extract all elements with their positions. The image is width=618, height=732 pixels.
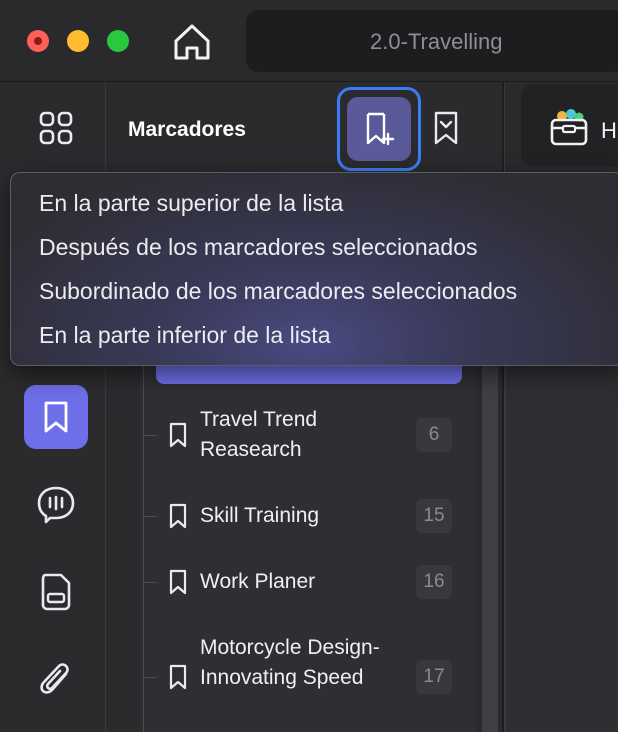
thumbnails-button[interactable]	[24, 96, 88, 160]
paperclip-icon	[40, 663, 69, 694]
add-bookmark-button[interactable]	[347, 97, 411, 161]
home-button[interactable]	[170, 21, 214, 63]
comments-button[interactable]	[24, 472, 88, 536]
bookmark-plus-icon	[366, 112, 395, 146]
bookmark-item[interactable]: Skill Training 15	[140, 496, 476, 536]
bookmarks-button[interactable]	[24, 385, 88, 449]
add-bookmark-focus-ring	[337, 87, 421, 171]
bookmark-item[interactable]: Travel Trend Reasearch 6	[140, 400, 476, 470]
grid-icon	[39, 111, 73, 145]
briefcase-icon	[550, 109, 588, 146]
menu-item-bottom-of-list[interactable]: En la parte inferior de la lista	[39, 315, 331, 355]
document-icon	[41, 573, 71, 611]
panel-title: Marcadores	[128, 118, 246, 141]
bookmark-collapse-icon	[434, 111, 458, 145]
document-title: 2.0-Travelling	[370, 29, 503, 54]
home-icon	[174, 24, 210, 60]
minimize-window-button[interactable]	[67, 30, 89, 52]
attachments-button[interactable]	[24, 648, 88, 712]
bookmark-icon	[169, 503, 187, 529]
bookmark-label: Motorcycle Design-Innovating Speed	[200, 636, 380, 689]
bookmark-item[interactable]: Work Planer 16	[140, 562, 476, 602]
document-title-field[interactable]: 2.0-Travelling	[246, 10, 618, 72]
home-tab-label: H	[601, 118, 617, 143]
bookmark-list-scrollbar[interactable]	[482, 362, 498, 732]
menu-item-after-selected[interactable]: Después de los marcadores seleccionados	[39, 227, 478, 267]
maximize-window-button[interactable]	[107, 30, 129, 52]
document-button[interactable]	[24, 560, 88, 624]
bookmark-page-badge: 15	[416, 499, 452, 533]
bookmark-label: Work Planer	[200, 570, 316, 593]
page-view	[505, 362, 618, 732]
collapse-bookmarks-button[interactable]	[424, 106, 468, 150]
bookmark-icon	[44, 401, 68, 433]
bookmark-label: Travel Trend Reasearch	[200, 408, 318, 461]
bookmark-page-badge: 6	[416, 418, 452, 452]
close-window-button[interactable]	[27, 30, 49, 52]
title-bar: 2.0-Travelling	[0, 0, 618, 82]
bookmark-page-badge: 17	[416, 660, 452, 694]
comment-icon	[37, 486, 75, 524]
bookmark-item[interactable]: Motorcycle Design-Innovating Speed 17	[140, 630, 476, 726]
menu-item-top-of-list[interactable]: En la parte superior de la lista	[39, 183, 343, 223]
bookmark-page-badge: 16	[416, 565, 452, 599]
menu-item-child-of-selected[interactable]: Subordinado de los marcadores selecciona…	[39, 271, 517, 311]
bookmark-icon	[169, 569, 187, 595]
add-bookmark-position-menu: En la parte superior de la lista Después…	[10, 172, 618, 366]
bookmark-label: Skill Training	[200, 504, 320, 527]
home-tab[interactable]: H	[521, 84, 618, 166]
bookmark-icon	[169, 422, 187, 448]
bookmark-icon	[169, 664, 187, 690]
